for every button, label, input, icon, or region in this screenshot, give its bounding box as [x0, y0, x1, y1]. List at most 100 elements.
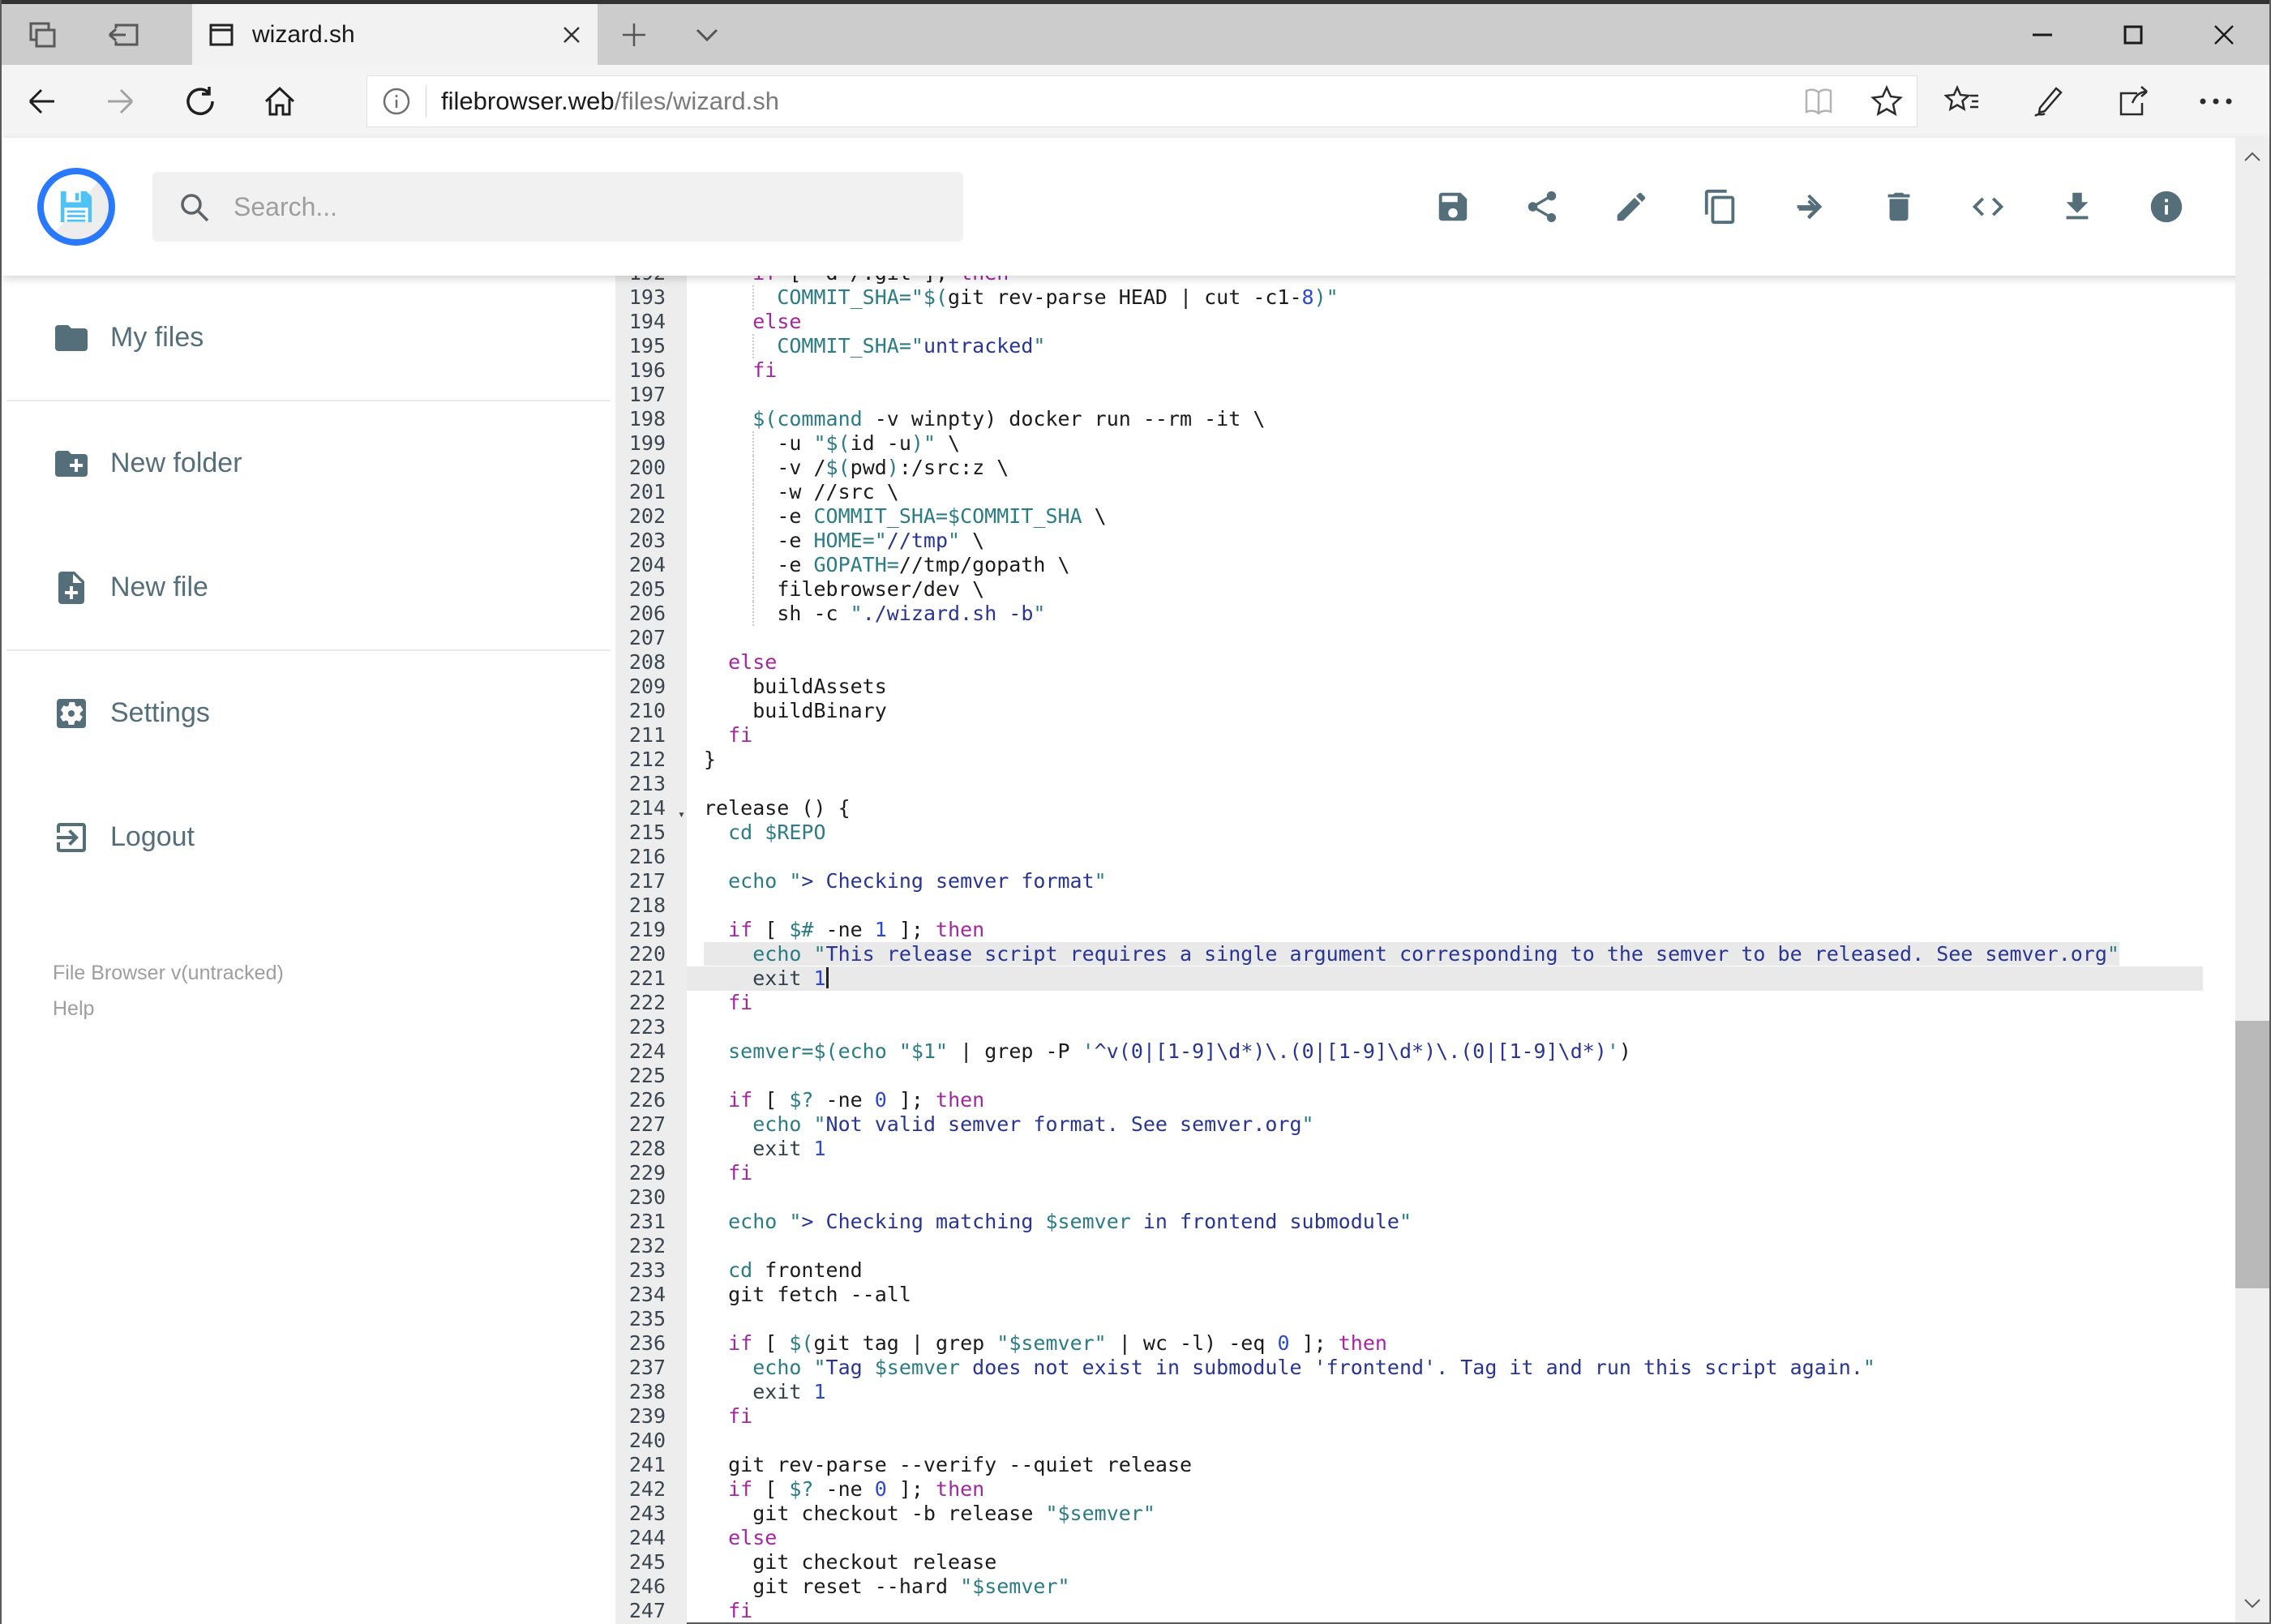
- code-line[interactable]: 193 COMMIT_SHA="$(git rev-parse HEAD | c…: [615, 285, 2269, 310]
- window-minimize-button[interactable]: [1997, 4, 2088, 65]
- forward-button[interactable]: [81, 84, 161, 119]
- code-line[interactable]: 195 COMMIT_SHA="untracked": [615, 334, 2269, 358]
- search-box[interactable]: [152, 172, 963, 242]
- code-line[interactable]: 227 echo "Not valid semver format. See s…: [615, 1112, 2269, 1137]
- site-info-icon[interactable]: [380, 85, 413, 118]
- save-button[interactable]: [1434, 188, 1472, 225]
- code-line[interactable]: 226 if [ $? -ne 0 ]; then: [615, 1088, 2269, 1112]
- code-editor[interactable]: 192 if [ -d /.git ]; then193 COMMIT_SHA=…: [615, 276, 2269, 1624]
- code-line[interactable]: 216: [615, 845, 2269, 869]
- code-line[interactable]: 202 -e COMMIT_SHA=$COMMIT_SHA \: [615, 504, 2269, 529]
- code-line[interactable]: 234 git fetch --all: [615, 1283, 2269, 1307]
- copy-button[interactable]: [1702, 188, 1739, 225]
- set-tabs-aside-button[interactable]: [83, 4, 164, 65]
- code-view-button[interactable]: [1969, 188, 2007, 225]
- scroll-down-icon[interactable]: [2235, 1585, 2269, 1622]
- tab-list-button[interactable]: [671, 4, 743, 65]
- code-line[interactable]: 238 exit 1: [615, 1380, 2269, 1404]
- code-line[interactable]: 200 -v /$(pwd):/src:z \: [615, 456, 2269, 480]
- code-line[interactable]: 224 semver=$(echo "$1" | grep -P '^v(0|[…: [615, 1039, 2269, 1064]
- code-line[interactable]: 207: [615, 626, 2269, 650]
- code-line[interactable]: 229 fi: [615, 1161, 2269, 1185]
- code-line[interactable]: 203 -e HOME="//tmp" \: [615, 529, 2269, 553]
- vertical-scrollbar[interactable]: [2235, 138, 2269, 1622]
- home-button[interactable]: [240, 84, 319, 119]
- code-line[interactable]: 219 if [ $# -ne 1 ]; then: [615, 918, 2269, 942]
- code-line[interactable]: 210 buildBinary: [615, 699, 2269, 723]
- code-line[interactable]: 201 -w //src \: [615, 480, 2269, 504]
- sidebar-item-logout[interactable]: Logout: [2, 775, 615, 899]
- edit-button[interactable]: [1613, 188, 1650, 225]
- window-close-button[interactable]: [2179, 4, 2269, 65]
- code-line[interactable]: 243 git checkout -b release "$semver": [615, 1502, 2269, 1526]
- url-text[interactable]: filebrowser.web/files/wizard.sh: [441, 87, 779, 116]
- code-line[interactable]: 198 $(command -v winpty) docker run --rm…: [615, 407, 2269, 431]
- share-button[interactable]: [1523, 188, 1561, 225]
- reading-view-icon[interactable]: [1800, 86, 1837, 117]
- code-line[interactable]: 208 else: [615, 650, 2269, 675]
- code-line[interactable]: 192 if [ -d /.git ]; then: [615, 276, 2269, 285]
- code-line[interactable]: 244 else: [615, 1526, 2269, 1550]
- back-button[interactable]: [2, 84, 81, 119]
- code-line[interactable]: 241 git rev-parse --verify --quiet relea…: [615, 1453, 2269, 1477]
- code-line[interactable]: 212}: [615, 748, 2269, 772]
- code-line[interactable]: 209 buildAssets: [615, 675, 2269, 699]
- browser-tab[interactable]: wizard.sh: [192, 4, 598, 65]
- code-line[interactable]: 247 fi: [615, 1599, 2269, 1623]
- download-button[interactable]: [2059, 188, 2096, 225]
- window-maximize-button[interactable]: [2088, 4, 2179, 65]
- code-line[interactable]: 233 cd frontend: [615, 1258, 2269, 1283]
- code-line[interactable]: 242 if [ $? -ne 0 ]; then: [615, 1477, 2269, 1502]
- code-line[interactable]: 213: [615, 772, 2269, 796]
- code-line[interactable]: 235: [615, 1307, 2269, 1331]
- code-line[interactable]: 211 fi: [615, 723, 2269, 748]
- code-line[interactable]: 194 else: [615, 310, 2269, 334]
- code-line[interactable]: 199 -u "$(id -u)" \: [615, 431, 2269, 456]
- help-link[interactable]: Help: [53, 991, 284, 1026]
- code-line[interactable]: 197: [615, 383, 2269, 407]
- info-button[interactable]: [2148, 188, 2185, 225]
- new-tab-button[interactable]: [598, 4, 671, 65]
- code-line[interactable]: 225: [615, 1064, 2269, 1088]
- code-line[interactable]: 196 fi: [615, 358, 2269, 383]
- search-input[interactable]: [234, 191, 882, 222]
- code-line[interactable]: 214 ▾ release () {: [615, 796, 2269, 821]
- sidebar-item-new-folder[interactable]: New folder: [2, 401, 615, 525]
- share-page-button[interactable]: [2089, 84, 2174, 119]
- more-options-button[interactable]: [2174, 84, 2258, 119]
- code-line[interactable]: 204 -e GOPATH=//tmp/gopath \: [615, 553, 2269, 577]
- favorite-star-icon[interactable]: [1870, 84, 1904, 118]
- address-bar[interactable]: filebrowser.web/files/wizard.sh: [366, 75, 1917, 127]
- code-line[interactable]: 237 echo "Tag $semver does not exist in …: [615, 1356, 2269, 1380]
- code-line[interactable]: 217 echo "> Checking semver format": [615, 869, 2269, 893]
- code-line[interactable]: 215 cd $REPO: [615, 821, 2269, 845]
- refresh-button[interactable]: [161, 84, 240, 119]
- sidebar-item-settings[interactable]: Settings: [2, 651, 615, 775]
- code-line[interactable]: 232: [615, 1234, 2269, 1258]
- scroll-up-icon[interactable]: [2235, 138, 2269, 175]
- code-line[interactable]: 231 echo "> Checking matching $semver in…: [615, 1210, 2269, 1234]
- move-button[interactable]: [1791, 188, 1828, 225]
- code-line[interactable]: 218: [615, 893, 2269, 918]
- code-line[interactable]: 230: [615, 1185, 2269, 1210]
- sidebar-item-my-files[interactable]: My files: [2, 276, 615, 400]
- code-line[interactable]: 246 git reset --hard "$semver": [615, 1575, 2269, 1599]
- code-line[interactable]: 240: [615, 1429, 2269, 1453]
- code-line[interactable]: 228 exit 1: [615, 1137, 2269, 1161]
- code-line[interactable]: 236 if [ $(git tag | grep "$semver" | wc…: [615, 1331, 2269, 1356]
- code-line[interactable]: 220 echo "This release script requires a…: [615, 942, 2269, 966]
- tab-close-icon[interactable]: [560, 24, 583, 46]
- code-line[interactable]: 206 sh -c "./wizard.sh -b": [615, 602, 2269, 626]
- code-line[interactable]: 223: [615, 1015, 2269, 1039]
- tab-preview-button[interactable]: [2, 4, 83, 65]
- code-line[interactable]: 245 git checkout release: [615, 1550, 2269, 1575]
- delete-button[interactable]: [1880, 188, 1917, 225]
- code-line[interactable]: 205 filebrowser/dev \: [615, 577, 2269, 602]
- favorites-hub-button[interactable]: [1921, 84, 2005, 119]
- code-line[interactable]: 221 exit 1: [615, 966, 2269, 991]
- sidebar-item-new-file[interactable]: New file: [2, 525, 615, 649]
- code-line[interactable]: 239 fi: [615, 1404, 2269, 1429]
- scrollbar-thumb[interactable]: [2235, 1021, 2269, 1288]
- web-notes-button[interactable]: [2005, 84, 2089, 119]
- code-line[interactable]: 222 fi: [615, 991, 2269, 1015]
